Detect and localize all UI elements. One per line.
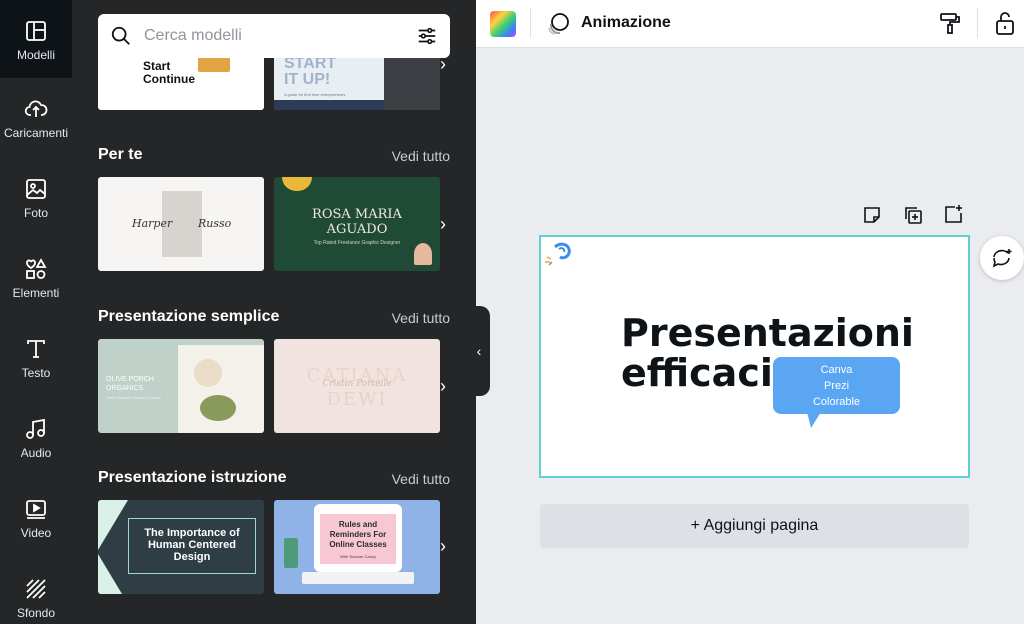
template-thumb[interactable]: CATIANA Cristin Portelle DEWI [274, 339, 440, 433]
bubble-item: Canva [820, 364, 853, 376]
color-picker-button[interactable] [490, 11, 516, 37]
upload-icon [24, 100, 48, 117]
templates-icon [26, 20, 46, 41]
text-icon [27, 339, 45, 358]
comment-add-icon [992, 249, 1012, 268]
paint-roller-icon[interactable] [938, 11, 962, 35]
comment-button[interactable] [980, 236, 1024, 280]
collapse-panel-button[interactable]: ‹ [468, 306, 490, 396]
add-page-icon[interactable] [943, 204, 963, 224]
rail-label: Audio [20, 445, 52, 460]
background-icon [26, 578, 46, 599]
thumb-decor [414, 243, 432, 265]
template-thumb[interactable]: Rules and Reminders For Online Classes Wit… [274, 500, 440, 594]
thumb-subtitle: A guide for first time entrepreneurs [284, 92, 346, 97]
thumb-text: Cristin Portelle [322, 379, 392, 389]
thumb-decor [98, 554, 122, 594]
thumb-text: START IT UP! [284, 55, 337, 88]
rail-item-audio[interactable]: Audio [0, 398, 72, 478]
rail-label: Video [20, 525, 52, 540]
chevron-right-icon[interactable]: › [436, 536, 450, 556]
thumb-text: Rules and Reminders For Online Classes [329, 520, 387, 549]
duplicate-page-icon[interactable] [903, 205, 923, 225]
rail-item-elements[interactable]: Elementi [0, 238, 72, 318]
elements-icon [26, 257, 47, 279]
speech-bubble[interactable]: Canva Prezi Colorable [773, 357, 900, 428]
thumb-text: DEWI [326, 389, 388, 410]
chevron-right-icon[interactable]: › [436, 214, 450, 234]
rail-item-templates[interactable]: Modelli [0, 0, 72, 80]
video-icon [26, 499, 46, 519]
divider [530, 8, 531, 38]
rail-label: Foto [23, 205, 48, 220]
thumb-decor [284, 538, 298, 568]
lock-icon[interactable] [993, 10, 1017, 36]
rail-item-photos[interactable]: Foto [0, 158, 72, 238]
photo-icon [26, 178, 46, 199]
chevron-right-icon[interactable]: › [436, 376, 450, 396]
search-placeholder: Cerca modelli [144, 27, 242, 44]
thumb-text: Start Continue [143, 59, 195, 86]
rail-label: Caricamenti [3, 125, 69, 140]
template-thumb[interactable]: ROSA MARIA AGUADO Top Rated Freelance Gra… [274, 177, 440, 271]
rail-label: Elementi [12, 285, 60, 300]
thumb-decor [98, 500, 128, 550]
note-icon[interactable] [862, 205, 882, 225]
template-thumb[interactable]: OLIVE PORCH ORGANICS Fresh Harvest Delive… [98, 339, 264, 433]
bubble-item: Prezi [823, 380, 850, 392]
animation-icon[interactable] [546, 11, 572, 37]
rail-item-background[interactable]: Sfondo [0, 558, 72, 624]
section-title: Per te [98, 146, 143, 163]
section-title: Presentazione semplice [98, 308, 280, 325]
search-icon [111, 26, 130, 45]
section-title: Presentazione istruzione [98, 469, 287, 486]
rail-label: Sfondo [16, 605, 56, 620]
rail-item-text[interactable]: Testo [0, 318, 72, 398]
see-all-link[interactable]: Vedi tutto [392, 148, 450, 164]
thumb-text: OLIVE PORCH ORGANICS [106, 376, 154, 392]
side-rail: Modelli Caricamenti Foto Elementi Testo … [0, 0, 72, 624]
thumb-subtitle: With Teacher Casey [340, 554, 376, 559]
thumb-decor [200, 395, 236, 421]
music-icon [26, 418, 45, 439]
rail-item-video[interactable]: Video [0, 478, 72, 558]
template-thumb[interactable]: The Importance of Human Centered Design [98, 500, 264, 594]
bubble-item: Colorable [812, 396, 861, 408]
see-all-link[interactable]: Vedi tutto [392, 471, 450, 487]
slide-canvas[interactable]: Presentazioni efficaci Canva Prezi Color… [539, 235, 970, 478]
divider [977, 8, 978, 38]
thumb-subtitle: Top Rated Freelance Graphic Designer [313, 240, 401, 246]
add-page-button[interactable]: + Aggiungi pagina [540, 504, 969, 548]
editor-toolbar: Animazione [476, 0, 1024, 48]
rail-label: Testo [21, 365, 51, 380]
rail-label: Modelli [16, 47, 55, 62]
thumb-decor [282, 177, 312, 191]
thumb-decor [194, 359, 222, 387]
templates-panel: Cerca modelli Start Continue START IT UP! … [72, 0, 476, 624]
thumb-keyboard [302, 572, 414, 584]
thumb-subtitle: Fresh Harvest Delivery Service [106, 395, 162, 400]
template-thumb[interactable]: Harper Russo [98, 177, 264, 271]
thumb-text: ROSA MARIA AGUADO [312, 207, 402, 237]
animation-button[interactable]: Animazione [581, 14, 671, 32]
filter-icon[interactable] [416, 25, 438, 47]
search-input[interactable]: Cerca modelli [98, 14, 450, 58]
thumb-decor [274, 100, 384, 110]
thumb-text: Russo [198, 217, 232, 230]
sparkle-logo-icon [545, 242, 571, 266]
rail-item-uploads[interactable]: Caricamenti [0, 78, 72, 158]
thumb-text: Harper [132, 217, 173, 230]
see-all-link[interactable]: Vedi tutto [392, 310, 450, 326]
thumb-text: The Importance of Human Centered Design [144, 527, 240, 563]
